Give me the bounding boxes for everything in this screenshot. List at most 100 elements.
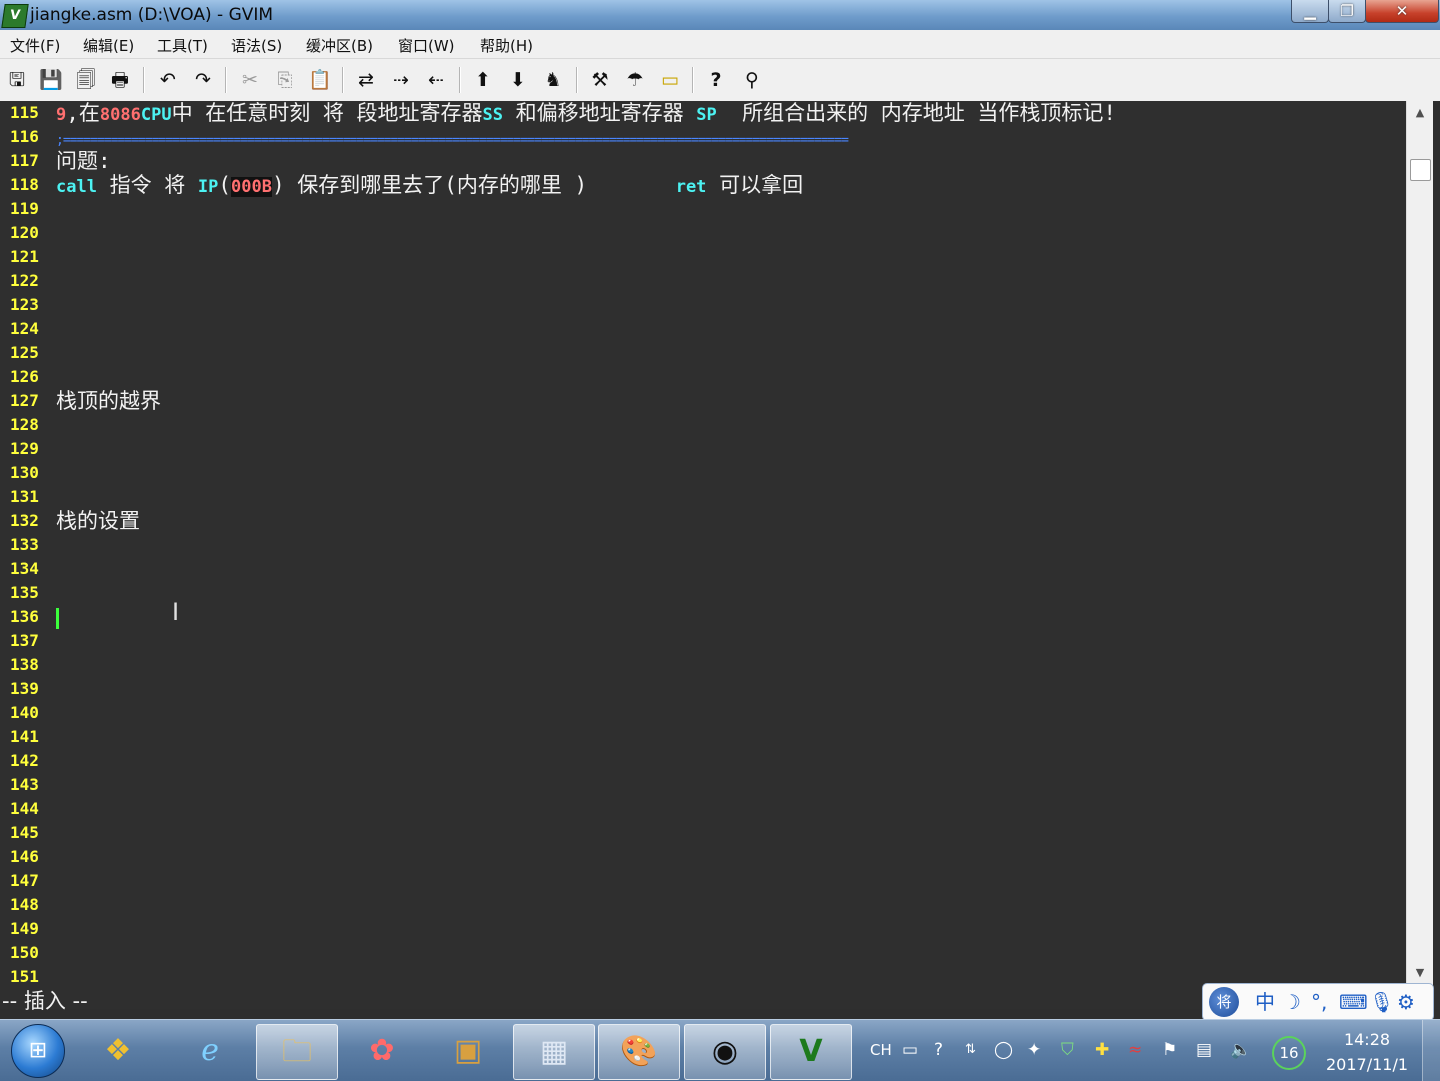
ime-toolbar[interactable]: 将 中 ☽ °, ⌨ 🎙 ⚙ bbox=[1202, 983, 1434, 1021]
editor-line[interactable]: 121 bbox=[0, 245, 1406, 269]
scroll-up-icon[interactable]: ▲ bbox=[1407, 101, 1433, 125]
paste-icon[interactable]: 📋 bbox=[306, 66, 334, 94]
editor-line[interactable]: 120 bbox=[0, 221, 1406, 245]
editor-line[interactable]: 138 bbox=[0, 653, 1406, 677]
save-session-icon[interactable]: ⬇ bbox=[504, 66, 532, 94]
taskbar-app-gvim-icon[interactable]: V bbox=[770, 1024, 852, 1080]
taskbar-app-folder-icon[interactable]: ❖ bbox=[78, 1024, 158, 1078]
editor-line[interactable]: 139 bbox=[0, 677, 1406, 701]
editor-line[interactable]: 141 bbox=[0, 725, 1406, 749]
scroll-down-icon[interactable]: ▼ bbox=[1407, 961, 1433, 985]
taskbar-app-paint-icon[interactable]: 🎨 bbox=[598, 1024, 680, 1080]
minimize-button[interactable]: ▁ bbox=[1291, 0, 1329, 23]
language-indicator[interactable]: CH bbox=[870, 1039, 892, 1061]
undo-icon[interactable]: ↶ bbox=[154, 66, 182, 94]
ime-logo-icon[interactable]: 将 bbox=[1209, 987, 1239, 1017]
find-next-icon[interactable]: ⇢ bbox=[387, 66, 415, 94]
open-icon[interactable]: 🖫 bbox=[3, 66, 31, 94]
editor-line[interactable]: 134 bbox=[0, 557, 1406, 581]
redo-icon[interactable]: ↷ bbox=[189, 66, 217, 94]
editor-line[interactable]: 147 bbox=[0, 869, 1406, 893]
menu-buffers[interactable]: 缓冲区(B) bbox=[306, 35, 373, 56]
taskbar-app-obs-icon[interactable]: ◉ bbox=[684, 1024, 766, 1080]
editor-line[interactable]: 146 bbox=[0, 845, 1406, 869]
editor-line[interactable]: 117 问题: bbox=[0, 149, 1406, 173]
show-desktop-button[interactable] bbox=[1422, 1020, 1440, 1081]
menu-tools[interactable]: 工具(T) bbox=[157, 35, 208, 56]
start-orb-icon[interactable]: ⊞ bbox=[11, 1024, 65, 1078]
taskbar-app-dosbox-icon[interactable]: ▣ bbox=[428, 1024, 508, 1078]
editor-line[interactable]: 115 9,在8086CPU中 在任意时刻 将 段地址寄存器SS 和偏移地址寄存器… bbox=[0, 101, 1406, 125]
replace-icon[interactable]: ⇄ bbox=[352, 66, 380, 94]
shell-icon[interactable]: ☂ bbox=[621, 66, 649, 94]
help-icon[interactable]: ? bbox=[702, 66, 730, 94]
editor-line[interactable]: 140 bbox=[0, 701, 1406, 725]
editor-area[interactable]: 115 9,在8086CPU中 在任意时刻 将 段地址寄存器SS 和偏移地址寄存器… bbox=[0, 101, 1406, 986]
editor-line[interactable]: 118 call 指令 将 IP(000B) 保存到哪里去了(内存的哪里 ) re… bbox=[0, 173, 1406, 197]
editor-line[interactable]: 124 bbox=[0, 317, 1406, 341]
help-icon[interactable]: ? bbox=[934, 1039, 943, 1061]
satellite-icon[interactable]: ✦ bbox=[1027, 1039, 1041, 1061]
scroll-thumb[interactable] bbox=[1410, 159, 1431, 181]
ime-settings-icon[interactable]: ⚙ bbox=[1397, 988, 1415, 1016]
arrow-icon[interactable]: ⇅ bbox=[965, 1039, 976, 1061]
editor-line[interactable]: 116 ;====================================… bbox=[0, 125, 1406, 149]
run-script-icon[interactable]: ♞ bbox=[539, 66, 567, 94]
close-button[interactable]: ✕ bbox=[1365, 0, 1439, 23]
vim-icon[interactable]: V bbox=[1, 4, 29, 28]
taskbar-app-calculator-icon[interactable]: ▦ bbox=[513, 1024, 595, 1080]
save-all-icon[interactable]: 🗐 bbox=[72, 66, 100, 94]
menu-edit[interactable]: 编辑(E) bbox=[83, 35, 134, 56]
security-icon[interactable]: ⛉ bbox=[1061, 1039, 1074, 1061]
menu-window[interactable]: 窗口(W) bbox=[398, 35, 455, 56]
menu-file[interactable]: 文件(F) bbox=[10, 35, 60, 56]
ime-punctuation-icon[interactable]: °, bbox=[1311, 988, 1327, 1016]
keyboard-icon[interactable]: ▭ bbox=[902, 1039, 918, 1061]
editor-line[interactable]: 135 bbox=[0, 581, 1406, 605]
ime-halfwidth-icon[interactable]: ☽ bbox=[1283, 988, 1301, 1016]
load-session-icon[interactable]: ⬆ bbox=[469, 66, 497, 94]
editor-line[interactable]: 132 栈的设置 bbox=[0, 509, 1406, 533]
notification-badge[interactable]: 16 bbox=[1272, 1036, 1306, 1070]
editor-line[interactable]: 143 bbox=[0, 773, 1406, 797]
ime-keyboard-icon[interactable]: ⌨ bbox=[1339, 988, 1368, 1016]
cut-icon[interactable]: ✂ bbox=[236, 66, 264, 94]
editor-line[interactable]: 130 bbox=[0, 461, 1406, 485]
maximize-button[interactable]: ❐ bbox=[1328, 0, 1366, 23]
ime-voice-icon[interactable]: 🎙 bbox=[1369, 988, 1394, 1016]
editor-line[interactable]: 125 bbox=[0, 341, 1406, 365]
wifi-icon[interactable]: ≈ bbox=[1128, 1039, 1142, 1061]
editor-line[interactable]: 128 bbox=[0, 413, 1406, 437]
editor-line[interactable]: 149 bbox=[0, 917, 1406, 941]
taskbar-app-picasa-icon[interactable]: ✿ bbox=[342, 1024, 422, 1078]
copy-icon[interactable]: ⎘ bbox=[271, 66, 299, 94]
clock-time[interactable]: 14:28 bbox=[1325, 1030, 1409, 1049]
editor-line[interactable]: 150 bbox=[0, 941, 1406, 965]
editor-line[interactable]: 122 bbox=[0, 269, 1406, 293]
find-prev-icon[interactable]: ⇠ bbox=[422, 66, 450, 94]
menu-help[interactable]: 帮助(H) bbox=[480, 35, 533, 56]
vertical-scrollbar[interactable]: ▲ ▼ bbox=[1406, 101, 1433, 985]
taskbar-app-ie-icon[interactable]: ℯ bbox=[170, 1024, 250, 1078]
tags-icon[interactable]: ▭ bbox=[656, 66, 684, 94]
clock-date[interactable]: 2017/11/1 bbox=[1320, 1055, 1414, 1074]
menu-syntax[interactable]: 语法(S) bbox=[231, 35, 282, 56]
editor-line[interactable]: 123 bbox=[0, 293, 1406, 317]
editor-line[interactable]: 119 bbox=[0, 197, 1406, 221]
print-icon[interactable]: 🖶 bbox=[106, 66, 134, 94]
editor-line[interactable]: 129 bbox=[0, 437, 1406, 461]
flag-icon[interactable]: ⚑ bbox=[1162, 1039, 1177, 1061]
editor-line[interactable]: 148 bbox=[0, 893, 1406, 917]
make-icon[interactable]: ⚒ bbox=[586, 66, 614, 94]
volume-icon[interactable]: 🔈 bbox=[1230, 1039, 1251, 1061]
network-icon[interactable]: ▤ bbox=[1196, 1039, 1212, 1061]
save-icon[interactable]: 💾 bbox=[37, 66, 65, 94]
ime-chinese-mode[interactable]: 中 bbox=[1255, 988, 1275, 1016]
editor-line[interactable]: 144 bbox=[0, 797, 1406, 821]
editor-line[interactable]: 137 bbox=[0, 629, 1406, 653]
editor-line[interactable]: 126 bbox=[0, 365, 1406, 389]
shield-icon[interactable]: ◯ bbox=[994, 1039, 1013, 1061]
editor-line[interactable]: 131 bbox=[0, 485, 1406, 509]
plus-icon[interactable]: ✚ bbox=[1095, 1039, 1109, 1061]
editor-line[interactable]: 142 bbox=[0, 749, 1406, 773]
